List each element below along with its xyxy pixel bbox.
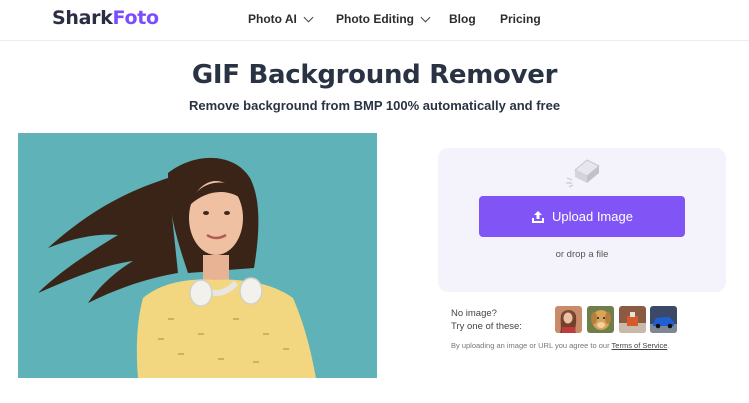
sample-images-prompt: No image? Try one of these:: [451, 307, 522, 333]
upload-image-label: Upload Image: [552, 209, 633, 224]
terms-of-service-link[interactable]: Terms of Service: [612, 341, 668, 350]
sample-thumbnail-woman[interactable]: [555, 306, 582, 333]
upload-image-button[interactable]: Upload Image: [479, 196, 685, 237]
chevron-down-icon: [303, 12, 314, 22]
upload-dropzone[interactable]: Upload Image or drop a file: [438, 148, 726, 292]
page-subtitle: Remove background from BMP 100% automati…: [188, 98, 561, 113]
nav-blog-label: Blog: [449, 12, 476, 26]
sample-prompt-line2: Try one of these:: [451, 321, 522, 332]
nav-photo-editing-label: Photo Editing: [336, 12, 414, 26]
chevron-down-icon: [420, 12, 431, 22]
eraser-icon: [566, 159, 600, 188]
woman-with-headphones-illustration: [18, 133, 377, 378]
nav-photo-ai[interactable]: Photo AI: [248, 12, 314, 26]
top-nav-bar: SharkFoto Photo AI Photo Editing Blog Pr…: [0, 0, 749, 41]
terms-suffix: .: [667, 341, 670, 350]
product-thumbnail-image: [619, 306, 646, 333]
dog-thumbnail-image: [587, 306, 614, 333]
car-thumbnail-image: [650, 306, 677, 333]
nav-pricing-label: Pricing: [500, 12, 541, 26]
sample-thumbnail-product[interactable]: [619, 306, 646, 333]
page-title: GIF Background Remover: [191, 60, 558, 90]
upload-icon: [532, 210, 545, 223]
sample-thumbnail-car[interactable]: [650, 306, 677, 333]
nav-photo-ai-label: Photo AI: [248, 12, 297, 26]
sharkfoto-logo[interactable]: SharkFoto: [52, 7, 159, 29]
drop-file-hint: or drop a file: [555, 249, 609, 260]
logo-text-part1: Shark: [52, 7, 113, 29]
sample-prompt-line1: No image?: [451, 308, 497, 319]
nav-photo-editing[interactable]: Photo Editing: [336, 12, 431, 26]
sample-thumbnail-dog[interactable]: [587, 306, 614, 333]
nav-pricing[interactable]: Pricing: [500, 12, 541, 26]
logo-text-part2: Foto: [112, 7, 160, 29]
terms-prefix: By uploading an image or URL you agree t…: [451, 341, 612, 350]
nav-blog[interactable]: Blog: [449, 12, 476, 26]
woman-thumbnail-image: [555, 306, 582, 333]
terms-notice: By uploading an image or URL you agree t…: [451, 341, 669, 350]
demo-image: [18, 133, 377, 378]
